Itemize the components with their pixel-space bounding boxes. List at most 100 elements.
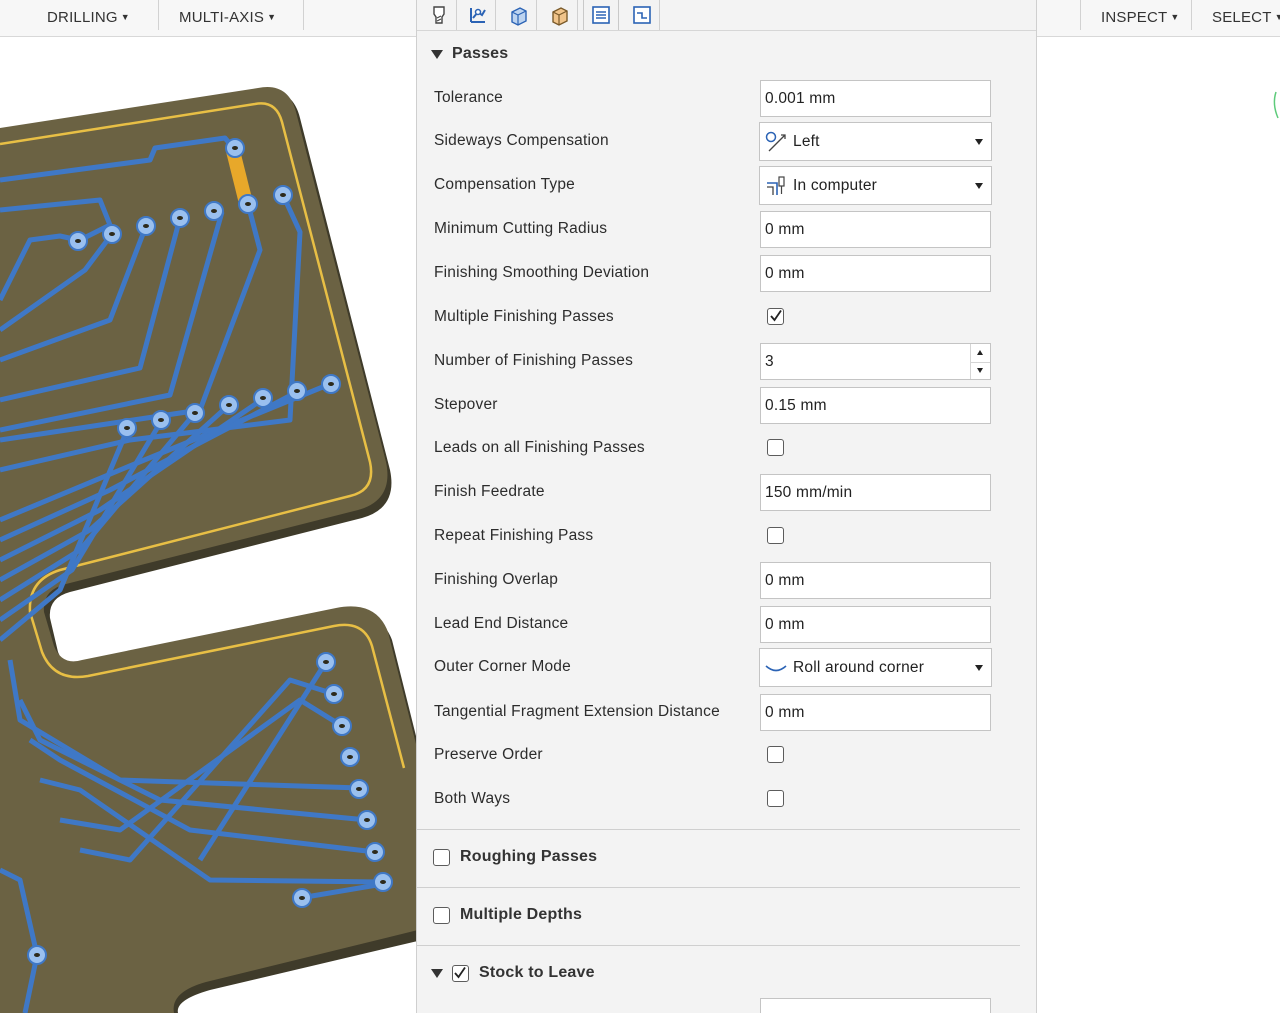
dropdown-arrow-icon [975,183,983,189]
finish-feedrate-label: Finish Feedrate [434,483,545,500]
passes-icon [592,6,610,24]
tangential-fragment-extension-distance-label: Tangential Fragment Extension Distance [434,703,720,720]
number-of-finishing-passes-value: 3 [765,353,774,370]
multi-axis-menu[interactable]: MULTI-AXIS ▼ [179,9,276,26]
next-field-partial[interactable] [760,998,991,1013]
sideways-compensation-value: Left [793,133,820,150]
sideways-compensation-row: Sideways Compensation Left [417,122,1036,162]
passes-section-header[interactable]: Passes [431,45,508,63]
compensation-type-select[interactable]: In computer [759,166,992,205]
compensation-type-label: Compensation Type [434,176,575,193]
finish-feedrate-row: Finish Feedrate 150 mm/min [417,473,1036,513]
toolbar-divider [1191,0,1192,30]
preserve-order-row: Preserve Order [417,736,1036,776]
tab-divider [417,30,1036,31]
section-divider [417,887,1020,888]
stepper-spin [970,344,990,379]
stock-to-leave-header[interactable]: Stock to Leave [431,964,595,982]
operation-dialog: Passes Tolerance 0.001 mm Sideways Compe… [416,0,1037,1013]
stock-to-leave-checkbox[interactable] [452,964,469,982]
chevron-down-icon: ▼ [267,12,277,22]
checkmark-icon [770,309,782,322]
outer-corner-mode-select[interactable]: Roll around corner [759,648,992,687]
geometry-icon [469,8,486,23]
repeat-finishing-pass-label: Repeat Finishing Pass [434,527,594,544]
stock-icon [551,7,568,26]
roll-around-corner-icon [765,665,787,672]
lead-end-distance-label: Lead End Distance [434,615,569,632]
lead-end-distance-input[interactable]: 0 mm [760,606,991,643]
arrow-down-icon [977,368,983,373]
dropdown-arrow-icon [975,139,983,145]
select-menu-label: SELECT [1212,9,1272,26]
arrow-up-icon [977,350,983,355]
preserve-order-checkbox[interactable] [767,746,784,763]
tool-icon [432,6,445,24]
section-divider [417,829,1020,830]
checkmark-icon [454,966,466,978]
multiple-finishing-passes-checkbox[interactable] [767,308,784,325]
toolbar-divider [1080,0,1081,30]
leads-on-all-finishing-passes-checkbox[interactable] [767,439,784,456]
toolbar-divider [303,0,304,30]
stepover-input[interactable]: 0.15 mm [760,387,991,424]
tab-stock[interactable] [542,0,578,30]
repeat-finishing-pass-row: Repeat Finishing Pass [417,517,1036,557]
both-ways-row: Both Ways [417,780,1036,820]
both-ways-label: Both Ways [434,790,511,807]
number-of-finishing-passes-row: Number of Finishing Passes 3 [417,342,1036,382]
finish-feedrate-input[interactable]: 150 mm/min [760,474,991,511]
tolerance-input[interactable]: 0.001 mm [760,80,991,117]
increment-button[interactable] [971,344,990,361]
in-computer-icon [767,176,785,195]
minimum-cutting-radius-label: Minimum Cutting Radius [434,220,608,237]
tab-heights[interactable] [501,0,537,30]
finishing-overlap-label: Finishing Overlap [434,571,559,588]
inspect-menu[interactable]: INSPECT ▼ [1101,9,1180,26]
outer-corner-mode-label: Outer Corner Mode [434,658,571,675]
tab-tool[interactable] [421,0,457,30]
heights-icon [510,7,527,26]
roughing-passes-header[interactable]: Roughing Passes [433,848,597,866]
number-of-finishing-passes-label: Number of Finishing Passes [434,352,634,369]
decrement-button[interactable] [971,362,990,380]
tab-geometry[interactable] [460,0,496,30]
section-divider [417,945,1020,946]
dialog-tabs [417,0,1036,31]
roughing-passes-checkbox[interactable] [433,848,450,866]
collapse-triangle-icon [431,968,443,978]
number-of-finishing-passes-stepper[interactable]: 3 [760,343,991,380]
sideways-compensation-label: Sideways Compensation [434,132,609,149]
inspect-menu-label: INSPECT [1101,9,1168,26]
lead-end-distance-row: Lead End Distance 0 mm [417,605,1036,645]
minimum-cutting-radius-row: Minimum Cutting Radius 0 mm [417,210,1036,250]
finishing-smoothing-deviation-label: Finishing Smoothing Deviation [434,264,650,281]
sideways-left-icon [765,131,786,152]
chevron-down-icon: ▼ [1274,12,1280,22]
tangential-fragment-extension-distance-input[interactable]: 0 mm [760,694,991,731]
multiple-depths-checkbox[interactable] [433,906,450,924]
multi-axis-menu-label: MULTI-AXIS [179,9,265,26]
tangential-fragment-extension-distance-row: Tangential Fragment Extension Distance 0… [417,693,1036,733]
tab-passes[interactable] [583,0,619,31]
repeat-finishing-pass-checkbox[interactable] [767,527,784,544]
tab-linking[interactable] [624,0,660,30]
collapse-triangle-icon [431,49,443,59]
select-menu[interactable]: SELECT ▼ [1212,9,1280,26]
drilling-menu[interactable]: DRILLING ▼ [47,9,130,26]
preserve-order-label: Preserve Order [434,746,543,763]
sideways-compensation-select[interactable]: Left [759,122,992,161]
chevron-down-icon: ▼ [1170,12,1180,22]
finishing-smoothing-deviation-input[interactable]: 0 mm [760,255,991,292]
both-ways-checkbox[interactable] [767,790,784,807]
multiple-depths-header[interactable]: Multiple Depths [433,906,582,924]
roughing-passes-title: Roughing Passes [460,848,598,865]
minimum-cutting-radius-input[interactable]: 0 mm [760,211,991,248]
linking-icon [632,6,651,24]
compensation-type-row: Compensation Type In computer [417,166,1036,206]
compensation-type-value: In computer [793,177,878,194]
finishing-overlap-input[interactable]: 0 mm [760,562,991,599]
outer-corner-mode-row: Outer Corner Mode Roll around corner [417,648,1036,688]
finishing-smoothing-deviation-row: Finishing Smoothing Deviation 0 mm [417,254,1036,294]
dropdown-arrow-icon [975,665,983,671]
